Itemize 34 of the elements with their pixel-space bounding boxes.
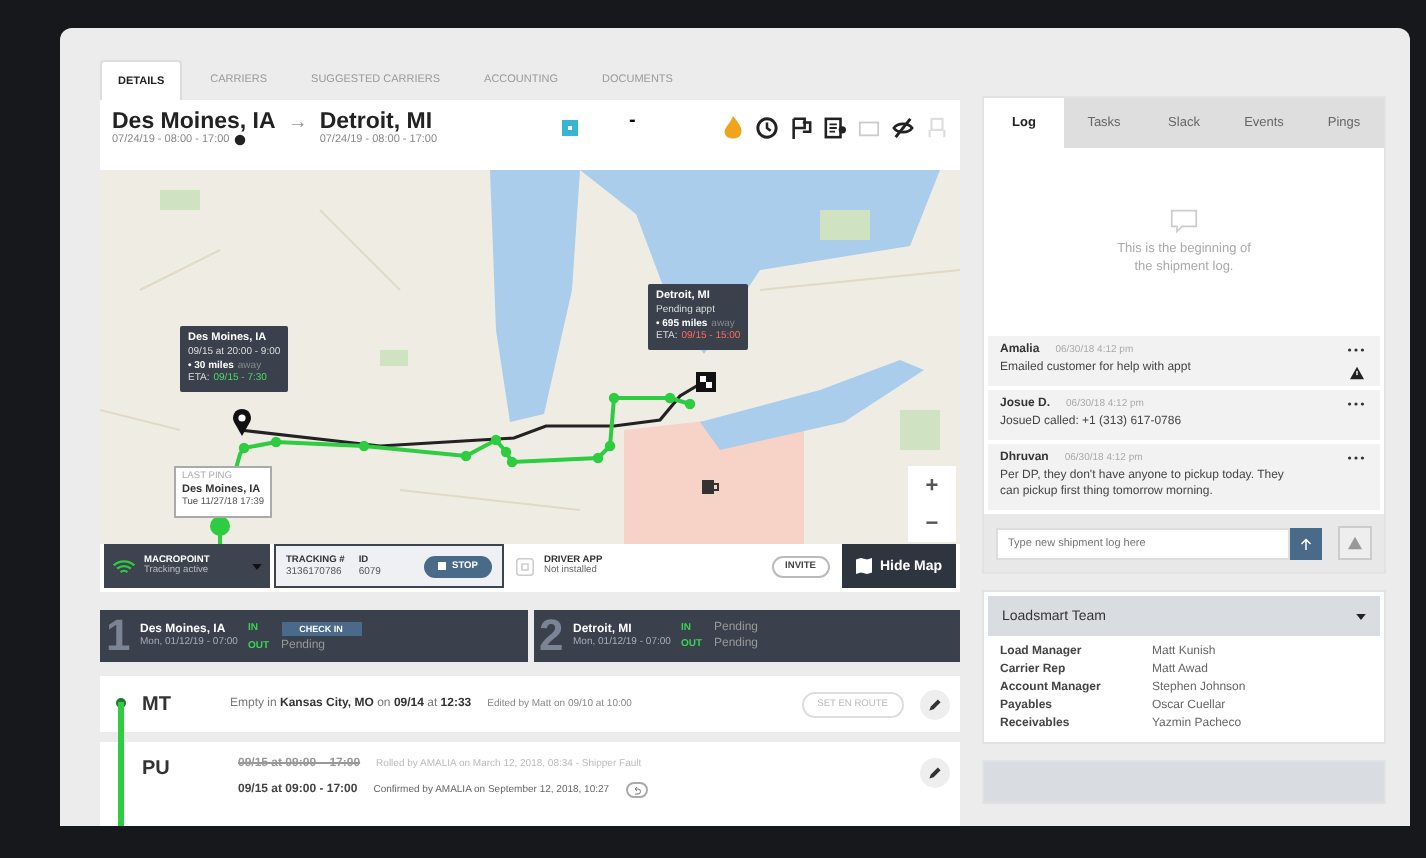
timeline-dot-icon bbox=[116, 698, 126, 708]
help-icon[interactable] bbox=[233, 134, 246, 146]
dash-text: - bbox=[629, 110, 636, 132]
origin-city: Des Moines, IA bbox=[112, 110, 276, 134]
map-pin-icon bbox=[232, 408, 252, 436]
caret-icon bbox=[252, 563, 262, 569]
event-code: MT bbox=[142, 693, 173, 715]
stop-number: 2 bbox=[539, 610, 563, 662]
event-code: PU bbox=[142, 758, 172, 780]
send-button[interactable] bbox=[1290, 527, 1322, 560]
clock-icon[interactable] bbox=[756, 116, 778, 140]
pencil-icon bbox=[928, 697, 942, 711]
document-icon[interactable] bbox=[824, 116, 846, 140]
timeline-line bbox=[118, 702, 124, 826]
phone-icon bbox=[516, 557, 534, 575]
stop-number: 1 bbox=[106, 610, 130, 662]
flags-icon[interactable] bbox=[790, 116, 812, 140]
up-arrow-icon bbox=[1300, 537, 1312, 550]
mug-icon bbox=[700, 476, 720, 496]
edit-button[interactable] bbox=[920, 689, 950, 719]
warning-icon bbox=[1348, 536, 1362, 551]
edit-button[interactable] bbox=[920, 758, 950, 788]
stop-icon bbox=[438, 562, 447, 570]
speech-bubble-icon bbox=[1170, 208, 1198, 235]
destination-city: Detroit, MI bbox=[319, 110, 435, 134]
pencil-icon bbox=[928, 766, 942, 780]
more-icon[interactable] bbox=[1348, 456, 1364, 461]
eye-slash-icon[interactable] bbox=[892, 116, 914, 140]
map-icon bbox=[855, 558, 872, 574]
wifi-icon bbox=[112, 557, 136, 575]
undo-icon bbox=[631, 785, 642, 795]
more-icon[interactable] bbox=[1348, 402, 1364, 407]
arrow-text: → bbox=[287, 112, 308, 134]
checkered-flag-icon bbox=[696, 372, 716, 392]
